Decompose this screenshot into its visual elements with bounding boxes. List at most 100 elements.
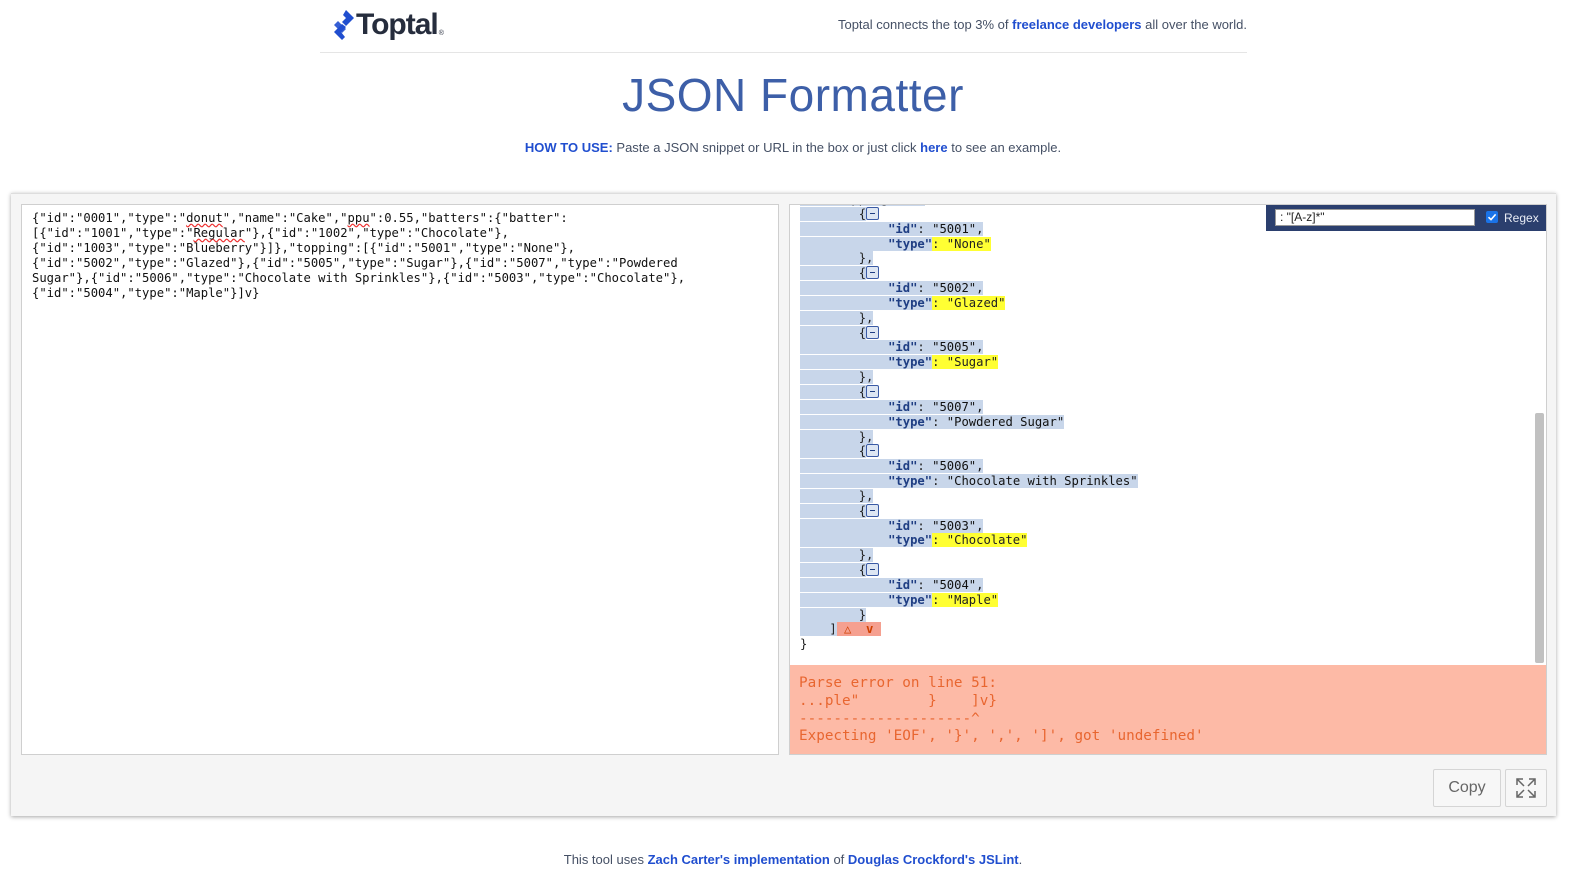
- selected-text: :: [917, 340, 933, 355]
- expand-icon: [1516, 778, 1536, 798]
- selected-text: },: [800, 310, 874, 325]
- tagline: Toptal connects the top 3% of freelance …: [838, 17, 1247, 32]
- json-key: "type": [888, 355, 933, 370]
- json-key: "id": [888, 577, 918, 592]
- how-to-use-text: Paste a JSON snippet or URL in the box o…: [612, 140, 921, 155]
- error-line: Expecting 'EOF', '}', ',', ']', got 'und…: [799, 728, 1204, 745]
- json-string: "5003",: [932, 518, 984, 533]
- formatted-output[interactable]: "topping": [ { "id": "5001", "type" : "No…: [789, 204, 1547, 755]
- json-string: "5005",: [932, 340, 984, 355]
- example-link[interactable]: here: [920, 140, 947, 155]
- error-line: --------------------^: [799, 710, 980, 727]
- selected-text: {: [800, 563, 867, 578]
- fold-toggle-icon[interactable]: [866, 384, 880, 398]
- code-line: },: [800, 548, 1138, 563]
- selected-text: {: [800, 206, 867, 221]
- json-key: "id": [888, 340, 918, 355]
- selected-text: ]: [800, 622, 837, 637]
- json-string: "5006",: [932, 459, 984, 474]
- logo-text: Toptal: [356, 8, 439, 41]
- selected-text: :: [917, 399, 933, 414]
- json-string: "5007",: [932, 399, 984, 414]
- search-match: : "Sugar": [932, 355, 999, 370]
- copy-button[interactable]: Copy: [1433, 769, 1501, 807]
- json-key: "id": [888, 281, 918, 296]
- selected-text: [800, 533, 889, 548]
- code-line: },: [800, 488, 1138, 504]
- search-match: : "Chocolate": [932, 533, 1028, 548]
- footer-prefix: This tool uses: [563, 852, 648, 867]
- search-match: : "None": [932, 236, 991, 251]
- selected-text: :: [917, 577, 933, 592]
- json-key: "id": [888, 518, 918, 533]
- how-to-use: HOW TO USE: Paste a JSON snippet or URL …: [0, 140, 1586, 155]
- code-line: }: [800, 607, 1138, 623]
- page-title: JSON Formatter: [622, 69, 964, 121]
- json-key: "id": [888, 221, 918, 236]
- selected-text: :: [917, 221, 933, 236]
- selected-text: },: [800, 370, 874, 385]
- fold-toggle-icon[interactable]: [866, 563, 880, 577]
- how-to-use-suffix: to see an example.: [947, 140, 1062, 155]
- json-string: "5001",: [932, 221, 984, 236]
- fold-toggle-icon[interactable]: [866, 206, 880, 220]
- json-input-text[interactable]: {"id":"0001","type":"donut","name":"Cake…: [22, 205, 778, 307]
- code-line: "type": "Powdered Sugar": [800, 414, 1138, 430]
- fold-toggle-icon[interactable]: [866, 325, 880, 339]
- selected-text: },: [800, 251, 874, 266]
- json-key: "id": [888, 459, 918, 474]
- code-line: "type": "Glazed": [800, 295, 1138, 311]
- tagline-prefix: Toptal connects the top 3% of: [837, 17, 1013, 32]
- fullscreen-button[interactable]: [1505, 769, 1547, 807]
- search-match: : "Glazed": [932, 295, 1006, 310]
- code-line: "type": "Chocolate": [800, 533, 1138, 548]
- fold-toggle-icon[interactable]: [866, 266, 880, 280]
- spellcheck-underline: Regular: [193, 226, 245, 240]
- code-line: },: [800, 429, 1138, 445]
- selected-text: [800, 295, 889, 310]
- code-line: ] △ v: [800, 622, 1138, 637]
- code-line: "type": "Sugar": [800, 355, 1138, 370]
- code-line: {: [800, 325, 1138, 341]
- search-match: : "Maple": [932, 592, 999, 607]
- jslint-link[interactable]: Douglas Crockford's JSLint: [848, 852, 1019, 867]
- output-scrollbar[interactable]: [1535, 413, 1544, 663]
- json-key: "type": [888, 533, 933, 548]
- json-string: "5004",: [932, 577, 984, 592]
- toptal-logo-icon: [334, 10, 354, 40]
- code-line: "id": "5001",: [800, 221, 1138, 237]
- closing-brace: }: [800, 637, 808, 652]
- code-line: "id": "5002",: [800, 281, 1138, 296]
- spellcheck-underline: ppu: [347, 211, 370, 225]
- footer-middle: of: [829, 852, 848, 867]
- selected-text: [800, 355, 889, 370]
- selected-text: }: [800, 607, 867, 622]
- code-line: {: [800, 206, 1138, 222]
- search-input[interactable]: : "[A-z]*": [1275, 209, 1475, 226]
- checkmark-icon: [1487, 213, 1497, 221]
- code-line: "id": "5003",: [800, 518, 1138, 534]
- error-line: Parse error on line 51:: [799, 675, 997, 691]
- selected-text: {: [800, 266, 867, 281]
- json-string: "Chocolate with Sprinkles": [946, 474, 1138, 489]
- how-to-use-label: HOW TO USE:: [524, 140, 613, 155]
- json-input[interactable]: {"id":"0001","type":"donut","name":"Cake…: [21, 204, 779, 755]
- freelance-developers-link[interactable]: freelance developers: [1012, 17, 1141, 32]
- code-line: },: [800, 310, 1138, 326]
- selected-text: [800, 236, 889, 251]
- fold-toggle-icon[interactable]: [866, 444, 880, 458]
- selected-text: [800, 592, 889, 607]
- toptal-logo[interactable]: Toptal ®: [332, 8, 444, 42]
- selected-text: },: [800, 488, 874, 503]
- selected-text: "topping": [: [800, 205, 925, 206]
- regex-label: Regex: [1504, 211, 1539, 225]
- zach-carter-link[interactable]: Zach Carter's implementation: [648, 852, 830, 867]
- selected-text: {: [800, 384, 867, 399]
- selected-text: },: [800, 429, 874, 444]
- regex-checkbox[interactable]: [1486, 211, 1498, 223]
- selected-text: [800, 399, 889, 414]
- code-line: },: [800, 251, 1138, 266]
- fold-toggle-icon[interactable]: [866, 503, 880, 517]
- code-line: "id": "5007",: [800, 399, 1138, 415]
- selected-text: [800, 340, 889, 355]
